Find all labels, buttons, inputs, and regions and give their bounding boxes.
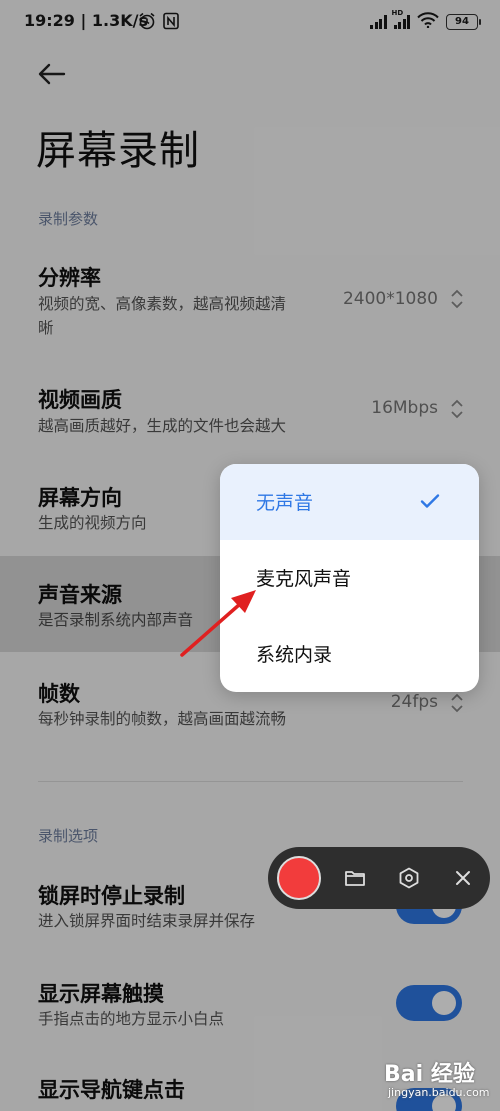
folder-icon[interactable] — [343, 866, 367, 890]
menu-option-microphone[interactable]: 麦克风声音 — [220, 540, 479, 616]
menu-option-system-audio[interactable]: 系统内录 — [220, 616, 479, 692]
record-button[interactable] — [277, 856, 321, 900]
watermark-logo: Bai 经验 — [384, 1062, 475, 1087]
menu-option-no-sound[interactable]: 无声音 — [220, 464, 479, 540]
checkmark-icon — [420, 494, 440, 508]
settings-hex-icon[interactable] — [397, 866, 421, 890]
option-label: 无声音 — [256, 492, 314, 514]
screen-recording-settings: 19:29 | 1.3K/s HD 94 屏幕录制 录制参数 分辨率 视频的宽、… — [0, 0, 500, 1111]
close-icon[interactable] — [451, 866, 475, 890]
audio-source-menu: 无声音 麦克风声音 系统内录 — [220, 464, 479, 692]
baidu-watermark: Bai 经验 jingyan.baidu.com — [384, 1056, 494, 1106]
option-label: 麦克风声音 — [256, 568, 352, 590]
floating-record-bar — [268, 847, 490, 909]
watermark-url: jingyan.baidu.com — [388, 1086, 490, 1099]
option-label: 系统内录 — [256, 644, 333, 666]
